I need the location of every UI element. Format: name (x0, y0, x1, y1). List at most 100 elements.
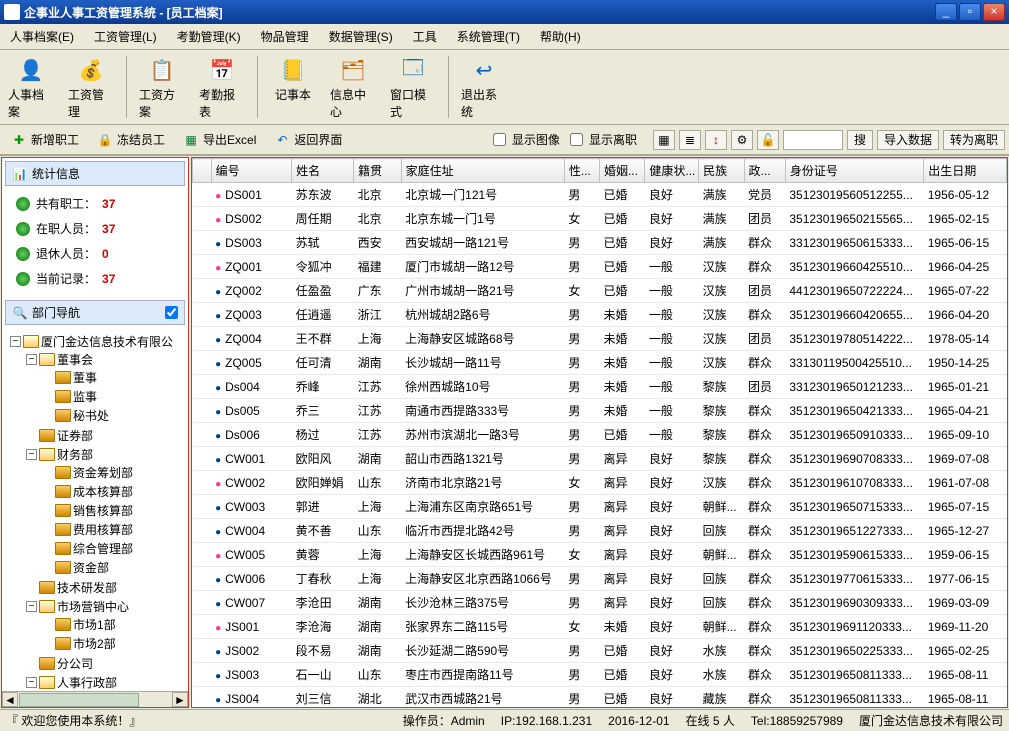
cell: 1969-07-08 (924, 447, 1007, 471)
col-header-9[interactable]: 身份证号 (785, 159, 923, 183)
menu-item-6[interactable]: 系统管理(T) (451, 26, 526, 47)
salary-mgmt-button[interactable]: 💰工资管理 (64, 52, 118, 122)
tree-node-0[interactable]: −董事会 (26, 351, 188, 368)
table-row[interactable]: DS003苏轼西安西安城胡一路121号男已婚良好满族群众331230196506… (193, 231, 1007, 255)
col-header-1[interactable]: 姓名 (292, 159, 354, 183)
table-row[interactable]: JS001李沧海湖南张家界东二路115号女未婚良好朝鲜...群众35123019… (193, 615, 1007, 639)
cell: 33123019650121233... (785, 375, 923, 399)
tree-node-2[interactable]: −财务部 (26, 446, 188, 463)
tree-node-4[interactable]: −市场营销中心 (26, 598, 188, 615)
menu-item-1[interactable]: 工资管理(L) (88, 26, 163, 47)
convert-leave-button[interactable]: 转为离职 (943, 130, 1005, 150)
menu-item-5[interactable]: 工具 (407, 26, 443, 47)
col-header-3[interactable]: 家庭住址 (401, 159, 564, 183)
view-list-button[interactable]: ≣ (679, 130, 701, 150)
cell: 已婚 (599, 207, 644, 231)
add-employee-button[interactable]: ✚新增职工 (4, 128, 86, 151)
tree-leaf-0-1[interactable]: 监事 (42, 388, 188, 405)
table-row[interactable]: CW002欧阳婵娟山东济南市北京路21号女离异良好汉族群众35123019610… (193, 471, 1007, 495)
menu-item-2[interactable]: 考勤管理(K) (171, 26, 247, 47)
freeze-employee-button[interactable]: 🔒冻结员工 (90, 128, 172, 151)
salary-plan-button[interactable]: 📋工资方案 (135, 52, 189, 122)
col-header-4[interactable]: 性... (564, 159, 599, 183)
nav-checkbox[interactable] (165, 306, 178, 319)
col-header-6[interactable]: 健康状... (645, 159, 699, 183)
export-excel-button[interactable]: ▦导出Excel (176, 128, 263, 151)
table-row[interactable]: ZQ004王不群上海上海静安区城路68号男未婚一般汉族团员35123019780… (193, 327, 1007, 351)
tree-leaf-2-5[interactable]: 资金部 (42, 559, 188, 576)
col-header-0[interactable]: 编号 (211, 159, 292, 183)
table-row[interactable]: CW006丁春秋上海上海静安区北京西路1066号男离异良好回族群众3512301… (193, 567, 1007, 591)
col-header-10[interactable]: 出生日期 (924, 159, 1007, 183)
cell: 郭进 (292, 495, 354, 519)
tree-scrollbar[interactable]: ◄► (2, 691, 188, 707)
attendance-report-button[interactable]: 📅考勤报表 (195, 52, 249, 122)
info-center-button-icon: 🗂 (337, 54, 369, 86)
info-center-button[interactable]: 🗂信息中心 (326, 52, 380, 122)
table-row[interactable]: DS002周任期北京北京东城一门1号女已婚良好满族团员3512301965021… (193, 207, 1007, 231)
cell: 朝鲜... (699, 495, 744, 519)
minimize-button[interactable]: _ (935, 3, 957, 21)
table-row[interactable]: CW004黄不善山东临沂市西提北路42号男离异良好回族群众35123019651… (193, 519, 1007, 543)
menu-item-3[interactable]: 物品管理 (255, 26, 315, 47)
tree-leaf-2-0[interactable]: 资金筹划部 (42, 464, 188, 481)
table-row[interactable]: Ds004乔峰江苏徐州西城路10号男未婚一般黎族团员33123019650121… (193, 375, 1007, 399)
import-data-button[interactable]: 导入数据 (877, 130, 939, 150)
tree-leaf-2-1[interactable]: 成本核算部 (42, 483, 188, 500)
col-header-5[interactable]: 婚姻... (599, 159, 644, 183)
table-row[interactable]: ZQ001令狐冲福建厦门市城胡一路12号男已婚一般汉族群众35123019660… (193, 255, 1007, 279)
employee-table-wrap[interactable]: 编号姓名籍贯家庭住址性...婚姻...健康状...民族政...身份证号出生日期 … (192, 158, 1007, 707)
table-row[interactable]: DS001苏东波北京北京城一门121号男已婚良好满族党员351230195605… (193, 183, 1007, 207)
hr-archive-button[interactable]: 👤人事档案 (4, 52, 58, 122)
menu-item-0[interactable]: 人事档案(E) (4, 26, 80, 47)
close-button[interactable]: × (983, 3, 1005, 21)
col-header-7[interactable]: 民族 (699, 159, 744, 183)
show-leave-checkbox[interactable] (570, 133, 583, 146)
table-row[interactable]: JS004刘三信湖北武汉市西城路21号男已婚良好藏族群众351230196508… (193, 687, 1007, 708)
tree-leaf-4-1[interactable]: 市场2部 (42, 635, 188, 652)
lock-button[interactable]: 🔓 (757, 130, 779, 150)
table-row[interactable]: CW005黄蓉上海上海静安区长城西路961号女离异良好朝鲜...群众351230… (193, 543, 1007, 567)
table-row[interactable]: Ds006杨过江苏苏州市滨湖北一路3号男已婚一般黎族群众351230196509… (193, 423, 1007, 447)
table-row[interactable]: ZQ005任可清湖南长沙城胡一路11号男未婚一般汉族群众331301195004… (193, 351, 1007, 375)
menu-item-4[interactable]: 数据管理(S) (323, 26, 399, 47)
cell: 男 (564, 687, 599, 708)
table-row[interactable]: ZQ003任逍遥浙江杭州城胡2路6号男未婚一般汉族群众3512301966042… (193, 303, 1007, 327)
tree-node-5[interactable]: 分公司 (26, 655, 188, 672)
menu-item-7[interactable]: 帮助(H) (534, 26, 587, 47)
cell: 水族 (699, 639, 744, 663)
nav-header[interactable]: 🔍 部门导航 (5, 300, 185, 325)
maximize-button[interactable]: ▫ (959, 3, 981, 21)
tree-node-6[interactable]: −人事行政部 (26, 674, 188, 691)
tree-leaf-0-0[interactable]: 董事 (42, 369, 188, 386)
tree-leaf-2-3[interactable]: 费用核算部 (42, 521, 188, 538)
table-row[interactable]: JS003石一山山东枣庄市西提南路11号男已婚良好水族群众35123019650… (193, 663, 1007, 687)
back-button[interactable]: ↶返回界面 (267, 128, 349, 151)
table-row[interactable]: Ds005乔三江苏南通市西提路333号男未婚一般黎族群众351230196504… (193, 399, 1007, 423)
tree-leaf-4-0[interactable]: 市场1部 (42, 616, 188, 633)
cell: 良好 (645, 471, 699, 495)
tree-leaf-0-2[interactable]: 秘书处 (42, 407, 188, 424)
view-grid-button[interactable]: ▦ (653, 130, 675, 150)
exit-system-button[interactable]: ↩退出系统 (457, 52, 511, 122)
search-button[interactable]: 搜 (847, 130, 873, 150)
cell: 石一山 (292, 663, 354, 687)
notepad-button[interactable]: 📒记事本 (266, 52, 320, 122)
col-header-8[interactable]: 政... (744, 159, 785, 183)
search-input[interactable] (783, 130, 843, 150)
tree-leaf-2-4[interactable]: 综合管理部 (42, 540, 188, 557)
col-header-2[interactable]: 籍贯 (354, 159, 402, 183)
tree-root[interactable]: −厦门金达信息技术有限公 (10, 333, 188, 350)
table-row[interactable]: ZQ002任盈盈广东广州市城胡一路21号女已婚一般汉族团员44123019650… (193, 279, 1007, 303)
tree-leaf-2-2[interactable]: 销售核算部 (42, 502, 188, 519)
show-image-checkbox[interactable] (493, 133, 506, 146)
table-row[interactable]: CW003郭进上海上海浦东区南京路651号男离异良好朝鲜...群众3512301… (193, 495, 1007, 519)
window-mode-button[interactable]: 🗔窗口模式 (386, 52, 440, 122)
tree-node-3[interactable]: 技术研发部 (26, 579, 188, 596)
tree-node-1[interactable]: 证券部 (26, 427, 188, 444)
sort-button[interactable]: ↕ (705, 130, 727, 150)
settings-button[interactable]: ⚙ (731, 130, 753, 150)
table-row[interactable]: CW001欧阳风湖南韶山市西路1321号男离异良好黎族群众35123019690… (193, 447, 1007, 471)
table-row[interactable]: JS002段不易湖南长沙延湖二路590号男已婚良好水族群众35123019650… (193, 639, 1007, 663)
table-row[interactable]: CW007李沧田湖南长沙沧林三路375号男离异良好回族群众35123019690… (193, 591, 1007, 615)
